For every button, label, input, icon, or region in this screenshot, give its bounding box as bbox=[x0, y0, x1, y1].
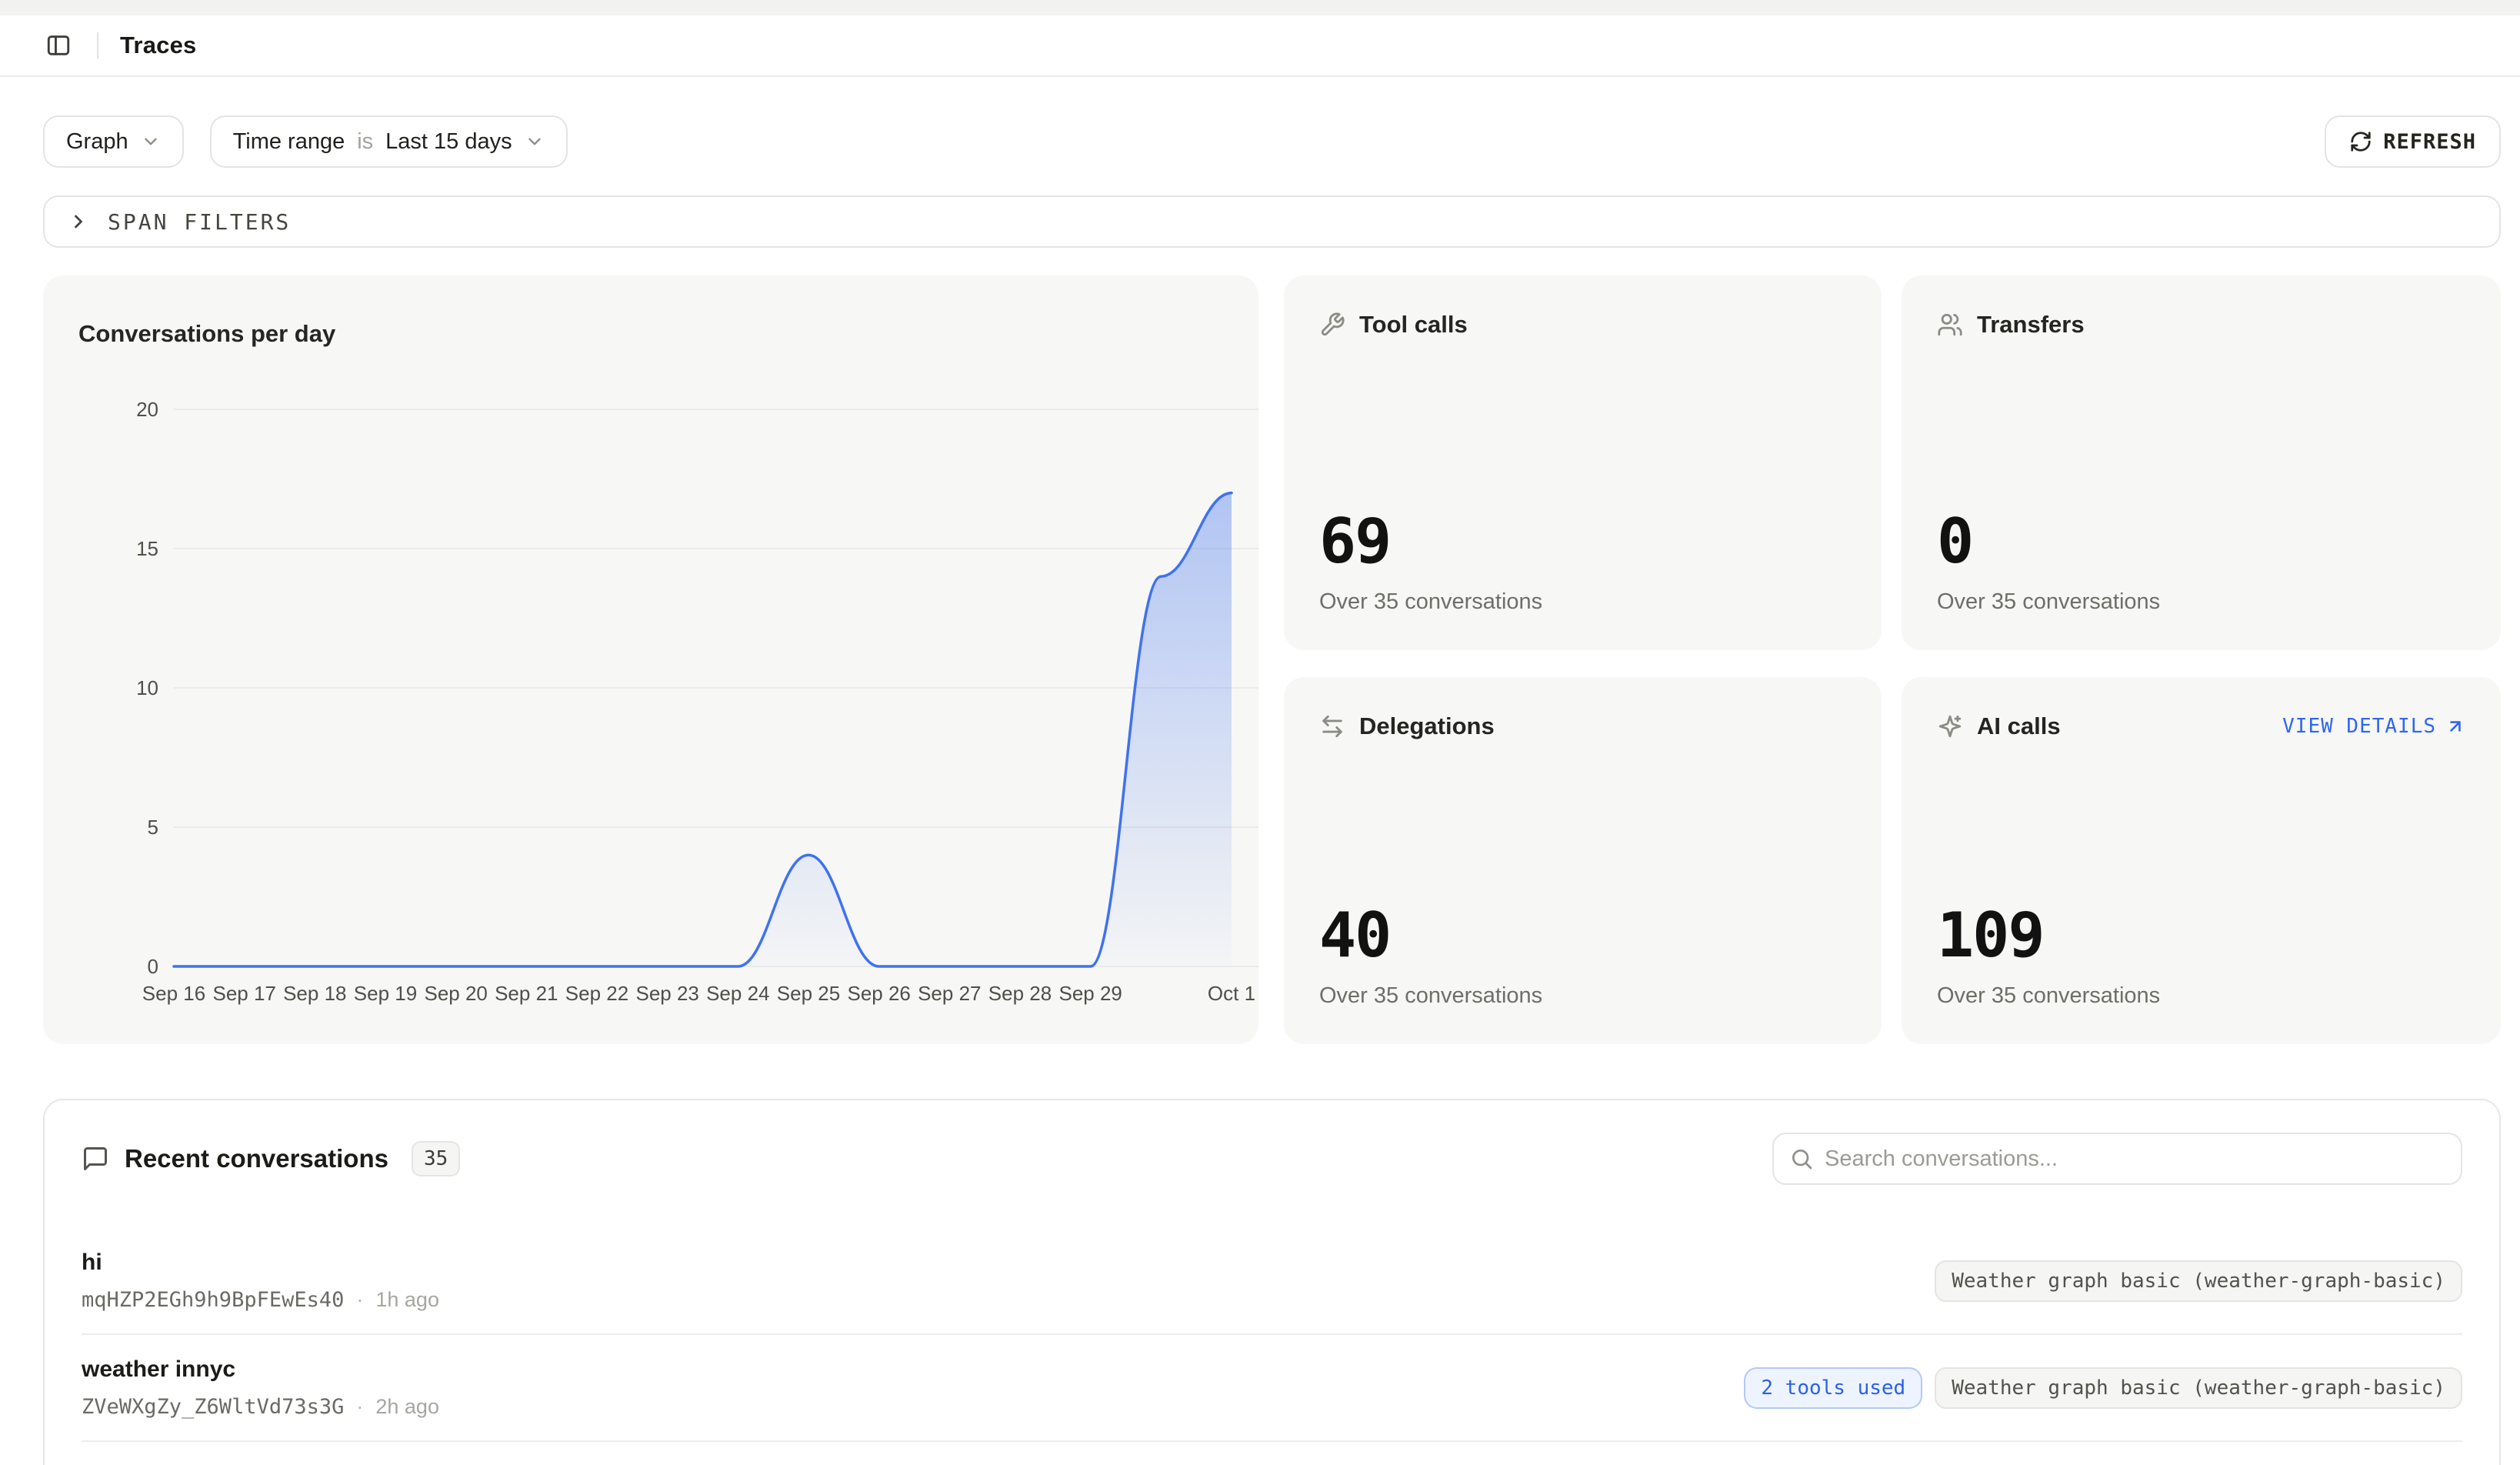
app-header: Traces bbox=[0, 15, 2520, 77]
chart-line bbox=[174, 493, 1232, 966]
stat-value: 69 bbox=[1319, 511, 1846, 572]
stat-title: Transfers bbox=[1977, 311, 2085, 339]
view-details-label: VIEW DETAILS bbox=[2282, 715, 2436, 738]
svg-text:Sep 17: Sep 17 bbox=[212, 982, 275, 1005]
svg-text:Sep 28: Sep 28 bbox=[988, 982, 1052, 1005]
arrow-up-right-icon bbox=[2445, 716, 2465, 736]
panel-left-icon bbox=[45, 32, 72, 58]
chevron-down-icon bbox=[141, 132, 161, 152]
conversation-time: 2h ago bbox=[375, 1395, 439, 1419]
time-range-operator: is bbox=[357, 129, 373, 155]
svg-text:Sep 20: Sep 20 bbox=[424, 982, 487, 1005]
refresh-button[interactable]: REFRESH bbox=[2325, 115, 2501, 168]
stat-value: 40 bbox=[1319, 905, 1846, 966]
header-divider bbox=[97, 32, 98, 58]
conversations-per-day-chart: 0 5 10 15 20 Sep 16 Sep 17 Sep 18 Sep 19 Sep 20 Se… bbox=[43, 275, 1258, 1044]
svg-text:Sep 27: Sep 27 bbox=[918, 982, 981, 1005]
conversation-row[interactable]: hi mqHZP2EGh9h9BpFEwEs40 · 1h ago Weather gr… bbox=[82, 1228, 2462, 1335]
stats-grid: Tool calls69Over 35 conversationsTransfe… bbox=[1284, 275, 2501, 1044]
sidebar-toggle-button[interactable] bbox=[37, 24, 80, 67]
conversation-list: hi mqHZP2EGh9h9BpFEwEs40 · 1h ago Weather gr… bbox=[45, 1228, 2499, 1442]
meta-separator: · bbox=[356, 1288, 363, 1312]
conversation-count-badge: 35 bbox=[412, 1141, 460, 1176]
svg-text:20: 20 bbox=[136, 398, 158, 421]
users-icon bbox=[1937, 312, 1963, 338]
stat-title: AI calls bbox=[1977, 712, 2061, 740]
span-filters-label: SPAN FILTERS bbox=[108, 209, 291, 235]
chart-area-fill bbox=[174, 493, 1232, 966]
svg-text:15: 15 bbox=[136, 537, 158, 560]
stat-value: 109 bbox=[1937, 905, 2465, 966]
stat-card-delegations: Delegations 40 Over 35 conversations bbox=[1284, 677, 1882, 1044]
svg-text:Sep 26: Sep 26 bbox=[847, 982, 910, 1005]
conversation-time: 1h ago bbox=[375, 1288, 439, 1312]
refresh-icon bbox=[2349, 130, 2372, 153]
stat-title: Delegations bbox=[1359, 712, 1495, 740]
svg-text:0: 0 bbox=[148, 955, 158, 978]
stat-value: 0 bbox=[1937, 511, 2465, 572]
stat-card-transfers: Transfers 0 Over 35 conversations bbox=[1902, 275, 2501, 650]
svg-text:Sep 23: Sep 23 bbox=[635, 982, 698, 1005]
time-range-dropdown[interactable]: Time range is Last 15 days bbox=[210, 115, 568, 168]
agent-tag: Weather graph basic (weather-graph-basic… bbox=[1935, 1367, 2462, 1409]
view-mode-dropdown[interactable]: Graph bbox=[43, 115, 184, 168]
svg-text:Sep 16: Sep 16 bbox=[142, 982, 205, 1005]
swap-arrows-icon bbox=[1319, 713, 1345, 739]
toolbar: Graph Time range is Last 15 days REFRESH bbox=[43, 115, 2501, 168]
view-mode-label: Graph bbox=[66, 129, 128, 155]
recent-conversations-title: Recent conversations bbox=[125, 1144, 388, 1173]
conversation-id: mqHZP2EGh9h9BpFEwEs40 bbox=[82, 1288, 344, 1312]
recent-conversations-card: Recent conversations 35 hi mqHZP2EGh9h9Bp… bbox=[43, 1099, 2501, 1465]
search-box bbox=[1772, 1133, 2462, 1185]
svg-text:Sep 19: Sep 19 bbox=[354, 982, 417, 1005]
stat-card-tool-calls: Tool calls 69 Over 35 conversations bbox=[1284, 275, 1882, 650]
search-icon bbox=[1789, 1146, 1814, 1171]
stat-subtitle: Over 35 conversations bbox=[1937, 983, 2465, 1009]
message-square-icon bbox=[82, 1145, 109, 1173]
chevron-down-icon bbox=[525, 132, 545, 152]
meta-separator: · bbox=[356, 1395, 363, 1419]
stat-title: Tool calls bbox=[1359, 311, 1468, 339]
page-title: Traces bbox=[120, 32, 196, 59]
search-conversations-input[interactable] bbox=[1772, 1133, 2462, 1185]
sparkles-icon bbox=[1937, 713, 1963, 739]
svg-text:Sep 25: Sep 25 bbox=[777, 982, 840, 1005]
svg-text:Sep 29: Sep 29 bbox=[1058, 982, 1122, 1005]
stat-subtitle: Over 35 conversations bbox=[1319, 983, 1846, 1009]
view-details-link[interactable]: VIEW DETAILS bbox=[2282, 715, 2465, 738]
wrench-icon bbox=[1319, 312, 1345, 338]
svg-text:Sep 18: Sep 18 bbox=[283, 982, 346, 1005]
stat-card-ai-calls: AI calls VIEW DETAILS 109 Over 35 conversat… bbox=[1902, 677, 2501, 1044]
time-range-value: Last 15 days bbox=[385, 129, 512, 155]
svg-text:Oct 1: Oct 1 bbox=[1208, 982, 1255, 1005]
svg-text:10: 10 bbox=[136, 676, 158, 699]
svg-text:5: 5 bbox=[148, 816, 158, 839]
time-range-field: Time range bbox=[233, 129, 345, 155]
refresh-label: REFRESH bbox=[2383, 130, 2476, 154]
conversations-chart-card: Conversations per day 05101520Sep 16Sep … bbox=[43, 275, 1258, 1044]
agent-tag: Weather graph basic (weather-graph-basic… bbox=[1935, 1260, 2462, 1302]
svg-text:Sep 22: Sep 22 bbox=[565, 982, 628, 1005]
conversation-title: weather innyc bbox=[82, 1357, 439, 1383]
span-filters-toggle[interactable]: SPAN FILTERS bbox=[43, 195, 2501, 248]
svg-text:Sep 24: Sep 24 bbox=[706, 982, 769, 1005]
chevron-right-icon bbox=[68, 211, 89, 232]
conversation-row[interactable]: weather innyc ZVeWXgZy_Z6WltVd73s3G · 2h ag… bbox=[82, 1335, 2462, 1442]
window-top-strip bbox=[0, 0, 2520, 15]
svg-text:Sep 21: Sep 21 bbox=[495, 982, 558, 1005]
conversation-title: hi bbox=[82, 1250, 439, 1276]
stat-subtitle: Over 35 conversations bbox=[1937, 589, 2465, 615]
dashboard-grid: Conversations per day 05101520Sep 16Sep … bbox=[43, 275, 2501, 1044]
stat-subtitle: Over 35 conversations bbox=[1319, 589, 1846, 615]
tools-used-tag: 2 tools used bbox=[1744, 1367, 1922, 1409]
conversation-id: ZVeWXgZy_Z6WltVd73s3G bbox=[82, 1395, 344, 1419]
